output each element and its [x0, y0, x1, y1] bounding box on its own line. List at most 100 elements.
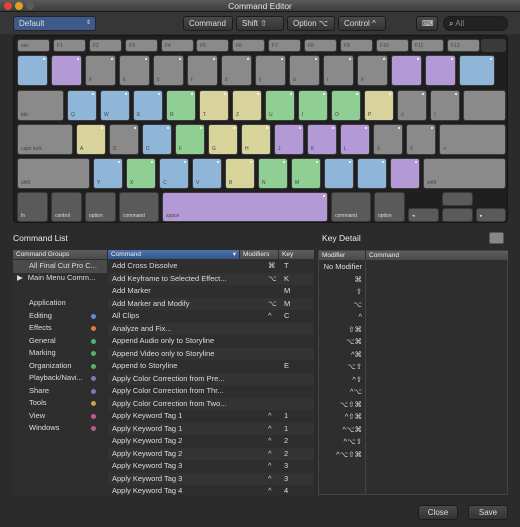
key-row2-13[interactable]	[459, 55, 495, 86]
key-row4-10[interactable]: ů	[373, 124, 403, 155]
command-row[interactable]: Apply Color Correction from Thr...	[108, 385, 314, 398]
key-row2-6[interactable]: ž	[221, 55, 252, 86]
key-row5-8[interactable]	[324, 158, 354, 189]
command-modifier-button[interactable]: Command	[183, 16, 233, 31]
group-item[interactable]: Editing	[13, 310, 107, 323]
key-row3-1[interactable]: Q	[67, 90, 97, 121]
key-f8[interactable]: F8	[304, 39, 337, 52]
command-row[interactable]: Append to Storyline E	[108, 360, 314, 373]
preset-dropdown[interactable]: Default ⇕	[13, 16, 96, 31]
key-row3-12[interactable]: )	[430, 90, 460, 121]
command-row[interactable]: Apply Keyword Tag 2 ^ 2	[108, 435, 314, 448]
key-f11[interactable]: F11	[411, 39, 444, 52]
key-command-right[interactable]: command	[331, 192, 371, 222]
key-row5-1[interactable]: Y	[93, 158, 123, 189]
command-row[interactable]: Add Cross Dissolve ⌘ T	[108, 260, 314, 273]
key-f4[interactable]: F4	[161, 39, 194, 52]
group-item[interactable]: Tools	[13, 397, 107, 410]
command-row[interactable]: Add Marker M	[108, 285, 314, 298]
key-row3-end[interactable]	[463, 90, 506, 121]
group-item-main-menu[interactable]: ▶ Main Menu Comm...	[13, 272, 107, 285]
key-arrow-down[interactable]	[442, 208, 473, 222]
key-row4-4[interactable]: F	[175, 124, 205, 155]
key-row5-9[interactable]	[357, 158, 387, 189]
key-row5-5[interactable]: B	[225, 158, 255, 189]
key-arrow-right[interactable]: ▸	[476, 208, 506, 222]
option-modifier-button[interactable]: Option ⌥	[287, 16, 335, 31]
key-row3-6[interactable]: Z	[232, 90, 262, 121]
keyboard-highlight-button[interactable]: ⌨	[416, 16, 438, 31]
command-row[interactable]: Apply Keyword Tag 4 ^ 4	[108, 485, 314, 495]
group-item[interactable]: Share	[13, 385, 107, 398]
key-row4-3[interactable]: D	[142, 124, 172, 155]
key-f2[interactable]: F2	[89, 39, 122, 52]
modifiers-column-header[interactable]: Modifiers	[240, 250, 278, 259]
key-row3-2[interactable]: W	[100, 90, 130, 121]
command-row[interactable]: Analyze and Fix...	[108, 322, 314, 335]
command-row[interactable]: Apply Keyword Tag 1 ^ 1	[108, 410, 314, 423]
key-row5-2[interactable]: X	[126, 158, 156, 189]
command-row[interactable]: Append Audio only to Storyline	[108, 335, 314, 348]
key-row5-3[interactable]: C	[159, 158, 189, 189]
key-row4-2[interactable]: S	[109, 124, 139, 155]
key-f1[interactable]: F1	[53, 39, 86, 52]
key-row3-10[interactable]: P	[364, 90, 394, 121]
key-option-right[interactable]: option	[374, 192, 405, 222]
key-f7[interactable]: F7	[268, 39, 301, 52]
command-row[interactable]: Add Keyframe to Selected Effect... ⌥ K	[108, 272, 314, 285]
key-row2-11[interactable]	[391, 55, 422, 86]
key-row2-10[interactable]: é	[357, 55, 388, 86]
key-row2-7[interactable]: ý	[255, 55, 286, 86]
key-row2-5[interactable]: ř	[187, 55, 218, 86]
command-row[interactable]: All Clips ^ C	[108, 310, 314, 323]
group-item[interactable]: General	[13, 335, 107, 348]
key-row3-9[interactable]: O	[331, 90, 361, 121]
key-detail-toggle-button[interactable]	[489, 232, 504, 244]
key-row5-11[interactable]: shift	[423, 158, 506, 189]
group-item[interactable]: Marking	[13, 347, 107, 360]
group-item-all[interactable]: All Final Cut Pro C...	[13, 260, 107, 273]
key-row4-12[interactable]: ↵	[439, 124, 506, 155]
key-row3-4[interactable]: R	[166, 90, 196, 121]
key-row5-10[interactable]	[390, 158, 420, 189]
key-row4-5[interactable]: G	[208, 124, 238, 155]
command-row[interactable]: Apply Keyword Tag 2 ^ 2	[108, 447, 314, 460]
command-row[interactable]: Add Marker and Modify ⌥ M	[108, 297, 314, 310]
save-button[interactable]: Save	[468, 505, 508, 520]
key-f5[interactable]: F5	[196, 39, 229, 52]
key-row5-6[interactable]: N	[258, 158, 288, 189]
command-row[interactable]: Append Video only to Storyline	[108, 347, 314, 360]
command-column-header[interactable]: Command ▾	[108, 250, 239, 259]
command-row[interactable]: Apply Color Correction from Two...	[108, 397, 314, 410]
command-row[interactable]: Apply Keyword Tag 3 ^ 3	[108, 460, 314, 473]
key-row3-5[interactable]: T	[199, 90, 229, 121]
key-row4-9[interactable]: L	[340, 124, 370, 155]
key-command-left[interactable]: command	[119, 192, 159, 222]
command-row[interactable]: Apply Color Correction from Pre...	[108, 372, 314, 385]
shift-modifier-button[interactable]: Shift ⇧	[236, 16, 284, 31]
key-row2-9[interactable]: í	[323, 55, 354, 86]
group-item[interactable]: Application	[13, 297, 107, 310]
key-row5-0[interactable]: shift	[17, 158, 90, 189]
key-arrow-up[interactable]	[442, 192, 473, 206]
key-row2-12[interactable]	[425, 55, 456, 86]
key-row4-8[interactable]: K	[307, 124, 337, 155]
key-row4-1[interactable]: A	[76, 124, 106, 155]
key-row4-11[interactable]: §	[406, 124, 436, 155]
group-item[interactable]: Playback/Navi...	[13, 372, 107, 385]
key-row4-6[interactable]: H	[241, 124, 271, 155]
key-row4-0[interactable]: caps lock	[17, 124, 73, 155]
group-item[interactable]: View	[13, 410, 107, 423]
group-item[interactable]: Effects	[13, 322, 107, 335]
key-row5-7[interactable]: M	[291, 158, 321, 189]
control-modifier-button[interactable]: Control ^	[338, 16, 386, 31]
key-row3-8[interactable]: I	[298, 90, 328, 121]
key-row2-1[interactable]	[51, 55, 82, 86]
key-f12[interactable]: F12	[447, 39, 480, 52]
key-option-left[interactable]: option	[85, 192, 116, 222]
group-item[interactable]: Organization	[13, 360, 107, 373]
key-space[interactable]: space	[162, 192, 328, 222]
key-row5-4[interactable]: V	[192, 158, 222, 189]
close-button[interactable]: Close	[418, 505, 458, 520]
group-item[interactable]: Windows	[13, 422, 107, 435]
